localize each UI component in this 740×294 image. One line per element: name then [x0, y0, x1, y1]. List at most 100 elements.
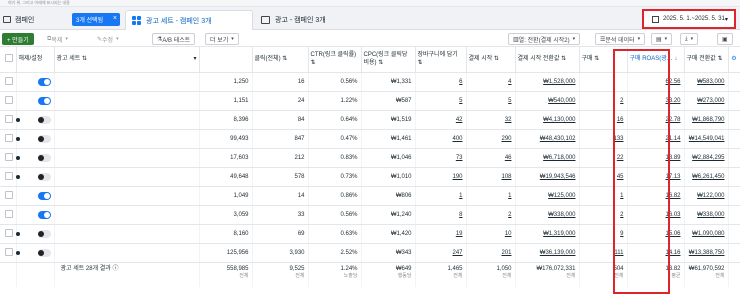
tab-adset[interactable]: 광고 세트 - 캠페인 3개 [125, 10, 253, 31]
table-row[interactable]: 1,151 24 1.22% ₩587 5 5 ₩540,000 2 33.20 ₩273,000 [0, 91, 740, 111]
adset-name-cell[interactable] [54, 243, 200, 263]
adset-name-cell[interactable] [54, 91, 200, 111]
row-checkbox[interactable] [4, 152, 13, 161]
sort-icon[interactable]: ⇅ [594, 56, 599, 62]
edit-button[interactable]: ✎ 수정 ▾ [92, 33, 124, 45]
row-checkbox[interactable] [4, 114, 13, 123]
cell-purchase-value[interactable]: ₩14,549,041 [684, 129, 729, 149]
row-toggle[interactable] [37, 172, 51, 181]
adset-name-cell[interactable] [54, 186, 200, 206]
row-checkbox[interactable] [4, 171, 13, 180]
cell-purchase[interactable]: 2 [579, 205, 628, 225]
col-clicks[interactable]: 클릭(전체) ⇅ [252, 47, 309, 73]
cell-checkout[interactable]: 1 [466, 186, 516, 206]
cell-cart[interactable]: 6 [415, 72, 467, 92]
cell-purchase-value[interactable]: ₩2,884,295 [684, 148, 729, 168]
table-row[interactable]: 125,956 3,930 2.52% ₩343 247 201 ₩36,139,000 11… [0, 243, 740, 263]
sort-icon[interactable]: ⇅ [282, 56, 287, 62]
row-checkbox[interactable] [4, 133, 13, 142]
tab-ad[interactable]: 광고 - 캠페인 3개 [255, 10, 385, 29]
row-toggle[interactable] [37, 248, 51, 257]
cell-purchase-value[interactable]: ₩6,261,450 [684, 167, 729, 187]
cell-cart[interactable]: 247 [415, 243, 467, 263]
cell-purchase[interactable]: 111 [579, 243, 628, 263]
row-toggle-cell[interactable] [15, 243, 55, 263]
cell-roas[interactable]: 21.14 [627, 129, 685, 149]
cell-checkout[interactable]: 2 [466, 205, 516, 225]
cell-roas[interactable]: 17.13 [627, 167, 685, 187]
cell-checkout-value[interactable]: ₩1,528,000 [515, 72, 580, 92]
col-cart[interactable]: 장바구니에 담기 ⇅ [415, 47, 467, 73]
cell-purchase[interactable]: 2 [579, 91, 628, 111]
cell-checkout-value[interactable]: ₩540,000 [515, 91, 580, 111]
cell-purchase[interactable]: 16 [579, 110, 628, 130]
row-toggle-cell[interactable] [15, 167, 55, 187]
row-checkbox-cell[interactable] [0, 129, 17, 149]
table-row[interactable]: 3,059 33 0.56% ₩1,240 8 2 ₩338,000 2 16.03 ₩338,0… [0, 205, 740, 225]
cell-purchase-value[interactable]: ₩273,000 [684, 91, 729, 111]
row-checkbox-cell[interactable] [0, 110, 17, 130]
sort-desc-icon[interactable]: ↓ [674, 56, 677, 62]
export-button[interactable]: ⤓ ▾ [680, 33, 699, 45]
cell-checkout[interactable]: 290 [466, 129, 516, 149]
cell-cart[interactable]: 73 [415, 148, 467, 168]
row-toggle-cell[interactable] [16, 186, 55, 206]
cell-checkout[interactable]: 201 [466, 243, 516, 263]
cell-purchase-value[interactable]: ₩338,000 [684, 205, 729, 225]
col-ctr[interactable]: CTR(링크 클릭률) ⇅ [308, 47, 362, 73]
row-checkbox-cell[interactable] [0, 243, 17, 263]
cell-checkout-value[interactable]: ₩48,430,102 [515, 129, 580, 149]
row-checkbox[interactable] [4, 228, 13, 237]
duplicate-button[interactable]: ⧉ 복제 ▾ [42, 33, 73, 45]
row-checkbox[interactable] [4, 247, 13, 256]
close-icon[interactable]: × [113, 15, 117, 22]
cell-checkout[interactable]: 10 [466, 224, 516, 244]
cell-checkout-value[interactable]: ₩36,139,000 [515, 243, 580, 263]
cell-checkout-value[interactable]: ₩19,943,546 [515, 167, 580, 187]
cell-cart[interactable]: 19 [415, 224, 467, 244]
cell-purchase[interactable]: 133 [579, 129, 628, 149]
col-name[interactable]: 광고 세트 ⇅ ▾ [54, 47, 200, 73]
sort-icon[interactable]: ⇅ [717, 56, 722, 62]
cell-checkout[interactable]: 32 [466, 110, 516, 130]
row-toggle[interactable] [37, 229, 51, 238]
row-checkbox-cell[interactable] [0, 224, 17, 244]
cell-cart[interactable]: 1 [415, 186, 467, 206]
sort-icon[interactable]: ⇅ [494, 56, 499, 62]
adset-name-cell[interactable] [54, 129, 200, 149]
row-checkbox-cell[interactable] [0, 91, 17, 111]
cell-checkout[interactable]: 46 [466, 148, 516, 168]
table-row[interactable]: 1,250 16 0.56% ₩1,331 6 4 ₩1,528,000 62.56 ₩583,… [0, 72, 740, 92]
create-button[interactable]: + 만들기 [2, 33, 34, 45]
columns-button[interactable]: ▥ 열: 전환(결제 시작2) ▾ [508, 33, 581, 45]
col-impressions[interactable] [199, 47, 253, 73]
table-row[interactable]: 8,160 69 0.63% ₩1,420 19 10 ₩1,319,000 9 15.06 ₩1… [0, 224, 740, 244]
row-toggle-cell[interactable] [15, 224, 55, 244]
col-checkout-value[interactable]: 결제 시작 전환값 ⇅ [515, 47, 580, 73]
row-toggle-cell[interactable] [16, 205, 55, 225]
row-checkbox[interactable] [4, 76, 13, 85]
cell-checkout-value[interactable]: ₩6,718,000 [515, 148, 580, 168]
adset-name-cell[interactable] [54, 110, 200, 130]
sort-icon[interactable]: ⇅ [311, 60, 316, 66]
cell-cart[interactable]: 190 [415, 167, 467, 187]
cell-roas[interactable]: 62.56 [627, 72, 685, 92]
cell-cart[interactable]: 42 [415, 110, 467, 130]
cell-checkout[interactable]: 4 [466, 72, 516, 92]
row-toggle[interactable] [37, 115, 51, 124]
row-checkbox-cell[interactable] [0, 72, 17, 92]
row-toggle-cell[interactable] [15, 148, 55, 168]
row-toggle[interactable] [37, 96, 51, 105]
row-toggle-cell[interactable] [15, 110, 55, 130]
cell-cart[interactable]: 8 [415, 205, 467, 225]
cell-cart[interactable]: 5 [415, 91, 467, 111]
cell-roas[interactable]: 22.78 [627, 110, 685, 130]
breakdown-button[interactable]: ☰ 분석 데이터 ▾ [595, 33, 646, 45]
cell-cart[interactable]: 400 [415, 129, 467, 149]
cell-checkout-value[interactable]: ₩125,000 [515, 186, 580, 206]
ab-test-button[interactable]: ⚗ A/B 테스트 [152, 33, 196, 45]
cell-roas[interactable]: 18.89 [627, 148, 685, 168]
table-row[interactable]: 17,603 212 0.83% ₩1,046 73 46 ₩6,718,000 22 18.8… [0, 148, 740, 168]
selected-chip[interactable]: 3개 선택됨 × [72, 13, 120, 26]
cell-purchase[interactable] [579, 72, 628, 92]
